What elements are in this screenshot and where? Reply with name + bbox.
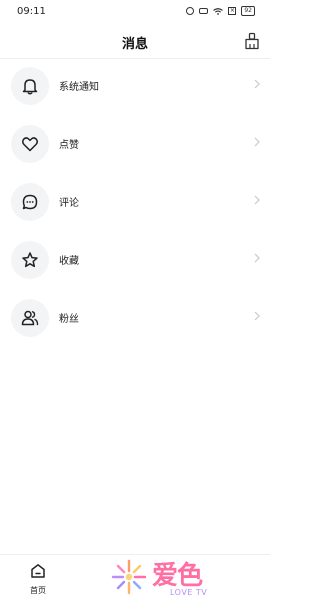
icon-circle bbox=[11, 183, 49, 221]
logo-subtext: LOVE TV bbox=[170, 588, 208, 597]
menu-item-label: 粉丝 bbox=[59, 314, 79, 325]
icon-circle bbox=[11, 299, 49, 337]
broom-icon bbox=[245, 32, 259, 50]
users-icon bbox=[21, 310, 39, 326]
alarm-icon bbox=[186, 7, 195, 15]
icon-circle bbox=[11, 125, 49, 163]
clear-button[interactable] bbox=[243, 32, 261, 50]
chevron-right-icon bbox=[254, 195, 260, 205]
menu-item-label: 评论 bbox=[59, 198, 79, 209]
tab-home-label: 首页 bbox=[30, 586, 46, 595]
status-bar: 09:11 × 92 bbox=[0, 0, 270, 24]
chevron-right-icon bbox=[254, 311, 260, 321]
chevron-right-icon bbox=[254, 79, 260, 89]
sim-icon: × bbox=[228, 7, 237, 15]
icon-circle bbox=[11, 241, 49, 279]
header-divider bbox=[0, 58, 270, 59]
star-icon bbox=[22, 252, 38, 268]
menu-item-favorites[interactable]: 收藏 bbox=[0, 241, 270, 281]
vibrate-icon bbox=[199, 8, 209, 14]
menu-item-label: 收藏 bbox=[59, 256, 79, 267]
heart-icon bbox=[22, 137, 38, 152]
menu-item-likes[interactable]: 点赞 bbox=[0, 125, 270, 165]
tab-home[interactable]: 首页 bbox=[20, 563, 56, 597]
menu-item-system-notice[interactable]: 系统通知 bbox=[0, 67, 270, 107]
wifi-icon bbox=[213, 7, 224, 15]
page-title: 消息 bbox=[121, 37, 148, 52]
battery-icon: 92 bbox=[241, 6, 255, 16]
logo-emblem-icon bbox=[111, 559, 147, 595]
menu-item-comments[interactable]: 评论 bbox=[0, 183, 270, 223]
icon-circle bbox=[11, 67, 49, 105]
menu-item-followers[interactable]: 粉丝 bbox=[0, 299, 270, 339]
bell-icon bbox=[22, 79, 38, 95]
status-time: 09:11 bbox=[17, 6, 46, 17]
home-icon bbox=[31, 564, 45, 578]
menu-item-label: 系统通知 bbox=[59, 82, 99, 93]
comment-icon bbox=[22, 194, 38, 210]
header: 消息 bbox=[0, 26, 270, 58]
chevron-right-icon bbox=[254, 137, 260, 147]
chevron-right-icon bbox=[254, 253, 260, 263]
menu-item-label: 点赞 bbox=[59, 140, 79, 151]
logo-text: 爱色 bbox=[152, 561, 203, 591]
logo-watermark: 爱色 LOVE TV bbox=[108, 554, 238, 600]
status-icons: × 92 bbox=[186, 6, 255, 16]
